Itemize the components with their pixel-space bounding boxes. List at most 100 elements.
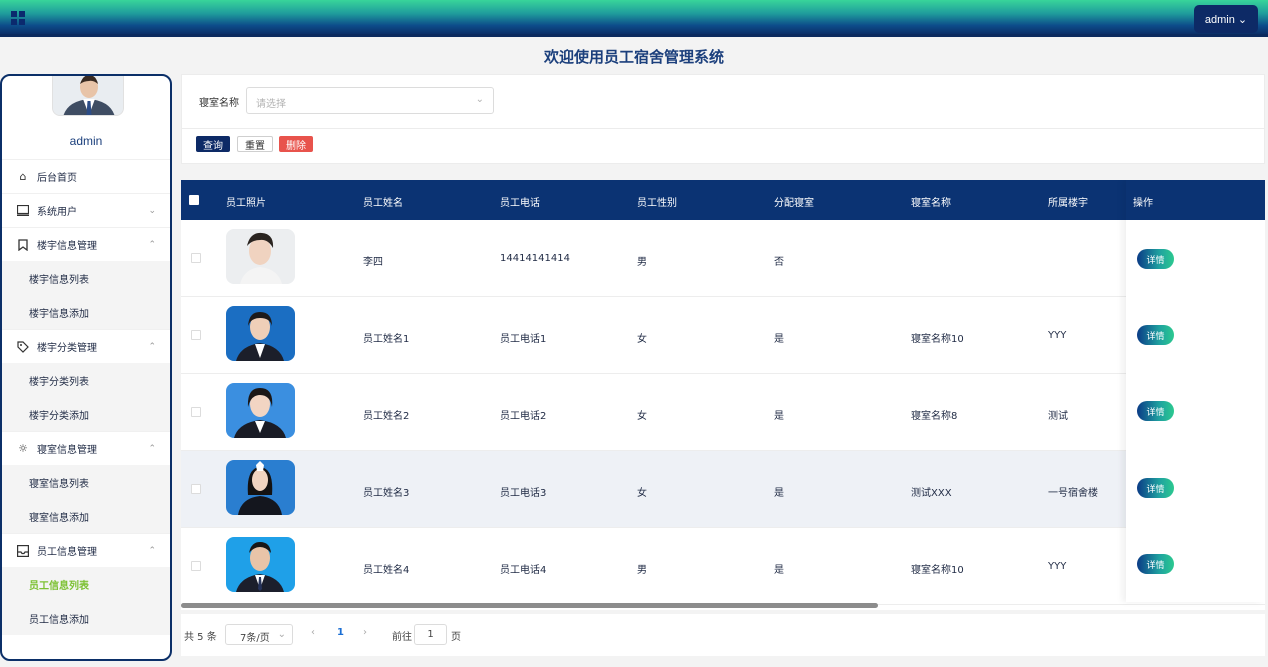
- cell-name: 李四: [363, 257, 383, 268]
- search-row: 寝室名称 请选择 ⌄: [182, 75, 1264, 129]
- sidebar: admin ⌂ 后台首页 系统用户 ⌄ 楼宇信息管理 ⌃ 楼宇信息列表 楼宇信息…: [0, 74, 172, 661]
- chevron-down-icon: ⌄: [277, 629, 286, 640]
- cell-gender: 女: [637, 488, 647, 499]
- cell-gender: 男: [637, 565, 647, 576]
- menu-item-system-users[interactable]: 系统用户 ⌄: [2, 193, 170, 227]
- menu-item-label: 系统用户: [37, 207, 77, 218]
- menu-item-label: 楼宇信息管理: [37, 241, 97, 252]
- menu-item-category-mgmt[interactable]: 楼宇分类管理 ⌃: [2, 329, 170, 363]
- page-title: 欢迎使用员工宿舍管理系统: [543, 48, 724, 66]
- bookmark-icon: [16, 238, 30, 252]
- action-column: 操作 详情 详情 详情 详情 详情: [1126, 180, 1265, 602]
- cell-phone: 员工电话2: [500, 411, 547, 422]
- page-size-select[interactable]: 7条/页 ⌄: [225, 624, 293, 645]
- cell-gender: 男: [637, 257, 647, 268]
- room-name-select[interactable]: 请选择 ⌄: [246, 87, 494, 114]
- cell-phone: 员工电话1: [500, 334, 547, 345]
- grid-menu-icon[interactable]: [11, 11, 25, 25]
- cell-assigned: 否: [774, 257, 784, 268]
- col-room: 寝室名称: [911, 198, 951, 209]
- menu-item-employee-mgmt[interactable]: 员工信息管理 ⌃: [2, 533, 170, 567]
- cell-name: 员工姓名3: [363, 488, 410, 499]
- cell-building: YYY: [1048, 330, 1067, 341]
- sun-icon: ☼: [18, 442, 28, 455]
- row-checkbox[interactable]: [191, 253, 201, 263]
- delete-button[interactable]: 删除: [279, 136, 313, 152]
- cell-room: 寝室名称8: [911, 411, 958, 422]
- col-photo: 员工照片: [226, 198, 266, 209]
- col-name: 员工姓名: [363, 198, 403, 209]
- chevron-up-icon: ⌃: [148, 341, 156, 352]
- next-page-icon[interactable]: ›: [363, 627, 367, 638]
- chevron-up-icon: ⌃: [148, 545, 156, 556]
- cell-building: 一号宿舍楼: [1048, 488, 1098, 499]
- cell-room: 寝室名称10: [911, 334, 964, 345]
- row-checkbox[interactable]: [191, 561, 201, 571]
- menu-item-employee-add[interactable]: 员工信息添加: [2, 601, 170, 635]
- goto-page-input[interactable]: 1: [414, 624, 447, 645]
- menu-item-label: 后台首页: [37, 173, 77, 184]
- cell-gender: 女: [637, 411, 647, 422]
- user-menu-button[interactable]: admin ⌄: [1194, 5, 1258, 33]
- pagination: 共 5 条 7条/页 ⌄ ‹ 1 › 前往 1 页: [181, 614, 1265, 656]
- cell-name: 员工姓名2: [363, 411, 410, 422]
- menu-item-room-add[interactable]: 寝室信息添加: [2, 499, 170, 533]
- employee-table: 员工照片 员工姓名 员工电话 员工性别 分配寝室 寝室名称 所属楼宇 李四 14…: [181, 180, 1265, 610]
- table-row[interactable]: 员工姓名4 员工电话4 男 是 寝室名称10 YYY: [181, 528, 1265, 605]
- table-header: 员工照片 员工姓名 员工电话 员工性别 分配寝室 寝室名称 所属楼宇: [181, 180, 1265, 220]
- cell-assigned: 是: [774, 334, 784, 345]
- row-checkbox[interactable]: [191, 330, 201, 340]
- table-row[interactable]: 员工姓名1 员工电话1 女 是 寝室名称10 YYY: [181, 297, 1265, 374]
- select-placeholder: 请选择: [256, 99, 286, 110]
- reset-button[interactable]: 重置: [237, 136, 273, 152]
- employee-photo: [226, 306, 295, 361]
- prev-page-icon[interactable]: ‹: [311, 627, 315, 638]
- col-building: 所属楼宇: [1048, 198, 1088, 209]
- avatar: [52, 76, 124, 116]
- detail-button[interactable]: 详情: [1137, 401, 1174, 421]
- detail-button[interactable]: 详情: [1137, 325, 1174, 345]
- menu-item-employee-list[interactable]: 员工信息列表: [2, 567, 170, 601]
- table-row[interactable]: 李四 14414141414 男 否: [181, 220, 1265, 297]
- detail-button[interactable]: 详情: [1137, 554, 1174, 574]
- cell-gender: 女: [637, 334, 647, 345]
- table-row[interactable]: 员工姓名3 员工电话3 女 是 测试XXX 一号宿舍楼: [181, 451, 1265, 528]
- col-assigned: 分配寝室: [774, 198, 814, 209]
- monitor-icon: [16, 204, 30, 218]
- cell-room: 测试XXX: [911, 488, 952, 499]
- cell-phone: 员工电话3: [500, 488, 547, 499]
- side-menu: ⌂ 后台首页 系统用户 ⌄ 楼宇信息管理 ⌃ 楼宇信息列表 楼宇信息添加 楼宇分…: [2, 159, 170, 635]
- detail-button[interactable]: 详情: [1137, 249, 1174, 269]
- table-row[interactable]: 员工姓名2 员工电话2 女 是 寝室名称8 测试: [181, 374, 1265, 451]
- menu-item-room-mgmt[interactable]: ☼ 寝室信息管理 ⌃: [2, 431, 170, 465]
- select-all-checkbox[interactable]: [189, 195, 199, 205]
- detail-button[interactable]: 详情: [1137, 478, 1174, 498]
- room-name-label: 寝室名称: [199, 98, 239, 109]
- menu-item-category-add[interactable]: 楼宇分类添加: [2, 397, 170, 431]
- cell-assigned: 是: [774, 411, 784, 422]
- menu-item-building-mgmt[interactable]: 楼宇信息管理 ⌃: [2, 227, 170, 261]
- menu-item-building-list[interactable]: 楼宇信息列表: [2, 261, 170, 295]
- employee-photo: [226, 229, 295, 284]
- cell-phone: 员工电话4: [500, 565, 547, 576]
- menu-item-dashboard[interactable]: ⌂ 后台首页: [2, 159, 170, 193]
- chevron-up-icon: ⌃: [148, 443, 156, 454]
- menu-item-category-list[interactable]: 楼宇分类列表: [2, 363, 170, 397]
- horizontal-scrollbar[interactable]: [181, 603, 878, 608]
- menu-item-building-add[interactable]: 楼宇信息添加: [2, 295, 170, 329]
- total-count: 共 5 条: [184, 632, 217, 643]
- top-bar: admin ⌄: [0, 0, 1268, 37]
- chevron-up-icon: ⌃: [148, 239, 156, 250]
- row-checkbox[interactable]: [191, 407, 201, 417]
- cell-name: 员工姓名1: [363, 334, 410, 345]
- menu-item-label: 寝室信息管理: [37, 445, 97, 456]
- page-size-value: 7条/页: [240, 633, 270, 644]
- menu-item-room-list[interactable]: 寝室信息列表: [2, 465, 170, 499]
- cell-name: 员工姓名4: [363, 565, 410, 576]
- query-button[interactable]: 查询: [196, 136, 230, 152]
- employee-photo: [226, 537, 295, 592]
- tag-icon: [16, 340, 30, 354]
- row-checkbox[interactable]: [191, 484, 201, 494]
- page-number[interactable]: 1: [337, 627, 344, 638]
- cell-assigned: 是: [774, 488, 784, 499]
